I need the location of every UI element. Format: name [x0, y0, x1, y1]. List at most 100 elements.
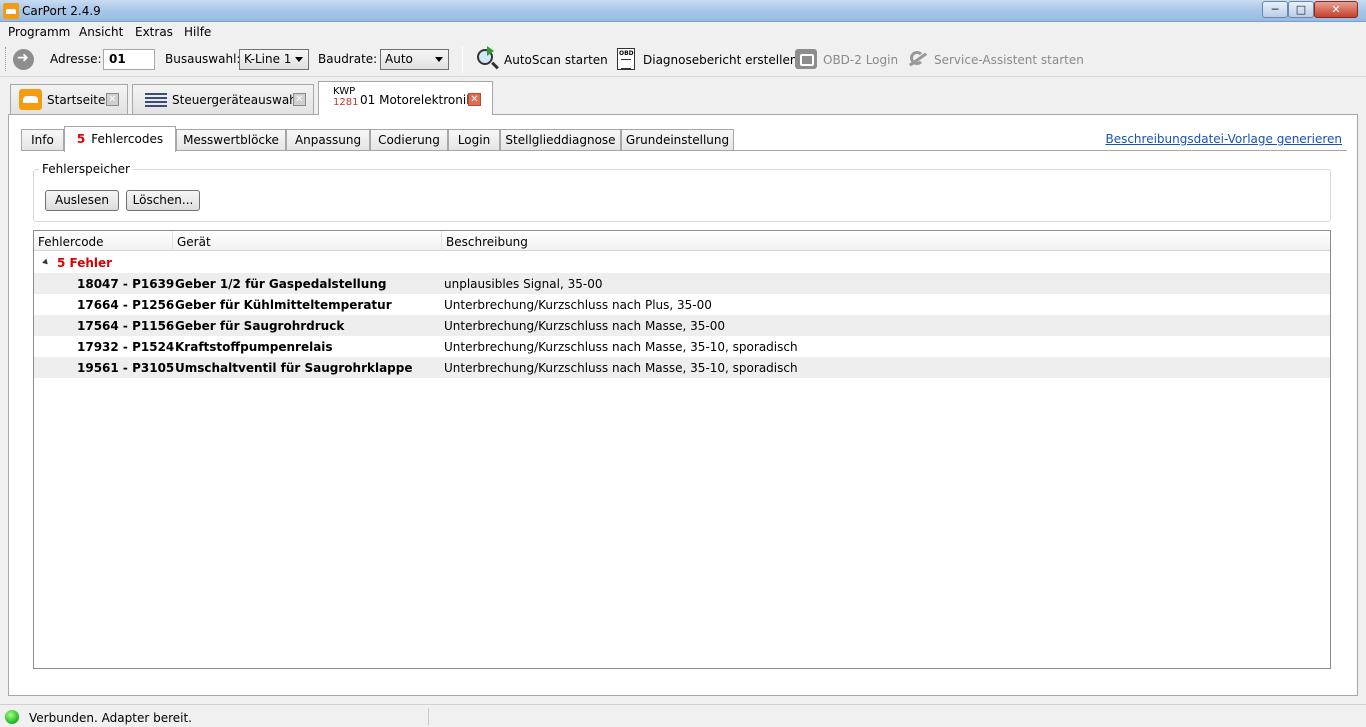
menu-hilfe[interactable]: Hilfe: [184, 25, 211, 39]
car-icon: [19, 89, 42, 110]
tab-fehlercodes[interactable]: 5 Fehlercodes: [64, 126, 176, 152]
fault-device: Geber für Saugrohrdruck: [175, 319, 345, 333]
diagnostic-report-label: Diagnosebericht erstellen: [643, 53, 798, 67]
fault-description: unplausibles Signal, 35-00: [444, 277, 603, 291]
window-title: CarPort 2.4.9: [22, 4, 101, 18]
status-text: Verbunden. Adapter bereit.: [29, 711, 192, 725]
fault-group-row[interactable]: 5 Fehler: [34, 252, 1330, 273]
tab-login[interactable]: Login: [448, 129, 500, 151]
autoscan-button[interactable]: AutoScan starten: [477, 46, 608, 73]
obd2-login-button[interactable]: OBD-2 Login: [795, 47, 898, 73]
fault-group-label: 5 Fehler: [57, 256, 113, 270]
expand-triangle-icon[interactable]: [42, 258, 50, 267]
column-header-fehlercode[interactable]: Fehlercode: [34, 231, 173, 251]
fault-device: Umschaltventil für Saugrohrklappe: [175, 361, 413, 375]
tab-messwertbloecke[interactable]: Messwertblöcke: [176, 129, 286, 151]
tab-motorelektronik[interactable]: KWP 1281 01 Motorelektronik ✕: [318, 81, 493, 115]
tab-steuergeraeteauswahl-label: Steuergeräteauswahl: [172, 93, 301, 107]
address-label: Adresse:: [50, 52, 102, 66]
menu-ansicht[interactable]: Ansicht: [79, 25, 123, 39]
obd-report-icon: [617, 48, 635, 70]
baud-select[interactable]: Auto: [380, 49, 449, 70]
autoscan-magnifier-icon: [477, 46, 494, 65]
menu-extras[interactable]: Extras: [135, 25, 173, 39]
fault-description: Unterbrechung/Kurzschluss nach Plus, 35-…: [444, 298, 712, 312]
tab-steuergeraeteauswahl[interactable]: Steuergeräteauswahl ✕: [132, 84, 314, 114]
fault-code: 19561 - P3105: [77, 361, 175, 375]
service-assistant-button[interactable]: Service-Assistent starten: [906, 47, 1084, 73]
toolbar-separator: [462, 46, 463, 73]
address-input[interactable]: 01: [103, 49, 155, 70]
kwp-protocol-label: KWP: [333, 86, 356, 97]
table-header: Fehlercode Gerät Beschreibung: [34, 231, 1330, 251]
close-button[interactable]: ✕: [1314, 1, 1358, 18]
service-assistant-label: Service-Assistent starten: [934, 53, 1084, 67]
kwp-protocol-number: 1281: [333, 97, 359, 108]
carport-app-icon: [3, 3, 19, 19]
table-row[interactable]: 19561 - P3105 Umschaltventil für Saugroh…: [34, 357, 1330, 378]
fault-memory-title: Fehlerspeicher: [39, 162, 133, 176]
fault-code: 18047 - P1639: [77, 277, 175, 291]
generate-description-template-link[interactable]: Beschreibungsdatei-Vorlage generieren: [1105, 132, 1342, 146]
obd2-login-label: OBD-2 Login: [823, 53, 899, 67]
document-tabs: Startseite ✕ Steuergeräteauswahl ✕ KWP 1…: [0, 80, 1366, 115]
bus-select-value: K-Line 1: [244, 52, 292, 66]
status-separator: [428, 708, 429, 725]
diagnostic-report-button[interactable]: Diagnosebericht erstellen: [617, 47, 797, 73]
fault-description: Unterbrechung/Kurzschluss nach Masse, 35…: [444, 361, 798, 375]
table-row[interactable]: 17564 - P1156 Geber für Saugrohrdruck Un…: [34, 315, 1330, 336]
bus-select[interactable]: K-Line 1: [239, 49, 309, 70]
tab-motorelektronik-label: 01 Motorelektronik: [360, 93, 474, 107]
fault-code: 17664 - P1256: [77, 298, 175, 312]
title-bar: CarPort 2.4.9 ─ □ ✕: [0, 0, 1366, 22]
tab-info[interactable]: Info: [21, 129, 64, 151]
table-row[interactable]: 17664 - P1256 Geber für Kühlmitteltemper…: [34, 294, 1330, 315]
table-row[interactable]: 18047 - P1639 Geber 1/2 für Gaspedalstel…: [34, 273, 1330, 294]
read-faults-button[interactable]: Auslesen: [45, 190, 119, 211]
tab-close-icon[interactable]: ✕: [106, 93, 119, 106]
tab-close-icon[interactable]: ✕: [468, 93, 481, 106]
fault-description: Unterbrechung/Kurzschluss nach Masse, 35…: [444, 340, 798, 354]
fault-table: Fehlercode Gerät Beschreibung 5 Fehler 1…: [33, 230, 1331, 669]
fault-device: Geber 1/2 für Gaspedalstellung: [175, 277, 387, 291]
tab-stellglieddiagnose[interactable]: Stellglieddiagnose: [500, 129, 621, 151]
tab-divider: [21, 150, 1347, 151]
chevron-down-icon: [435, 57, 443, 62]
fault-description: Unterbrechung/Kurzschluss nach Masse, 35…: [444, 319, 726, 333]
tab-close-icon[interactable]: ✕: [293, 93, 306, 106]
fault-code: 17564 - P1156: [77, 319, 175, 333]
table-row[interactable]: 17932 - P1524 Kraftstoffpumpenrelais Unt…: [34, 336, 1330, 357]
menu-programm[interactable]: Programm: [8, 25, 70, 39]
list-icon: [145, 93, 167, 107]
wrench-icon: [906, 48, 928, 70]
tab-startseite[interactable]: Startseite ✕: [10, 84, 128, 114]
autoscan-label: AutoScan starten: [504, 53, 608, 67]
delete-faults-button[interactable]: Löschen...: [126, 190, 200, 211]
toolbar: Adresse: 01 Busauswahl: K-Line 1 Baudrat…: [0, 42, 1366, 77]
toolbar-grip[interactable]: [5, 47, 8, 71]
menu-bar: Programm Ansicht Extras Hilfe: [0, 23, 1366, 42]
status-bar: Verbunden. Adapter bereit.: [0, 704, 1366, 727]
tab-grundeinstellung[interactable]: Grundeinstellung: [621, 129, 734, 151]
connection-status-led-icon: [5, 710, 19, 724]
tab-anpassung[interactable]: Anpassung: [286, 129, 370, 151]
tab-fehlercodes-label: Fehlercodes: [91, 132, 164, 146]
fault-code: 17932 - P1524: [77, 340, 175, 354]
fault-device: Geber für Kühlmitteltemperatur: [175, 298, 392, 312]
connect-arrow-icon[interactable]: [13, 49, 34, 70]
baud-label: Baudrate:: [318, 52, 378, 66]
fault-device: Kraftstoffpumpenrelais: [175, 340, 333, 354]
maximize-button[interactable]: □: [1288, 1, 1314, 18]
chevron-down-icon: [295, 57, 303, 62]
tab-startseite-label: Startseite: [47, 93, 106, 107]
baud-select-value: Auto: [385, 52, 413, 66]
column-header-beschreibung[interactable]: Beschreibung: [442, 231, 1330, 251]
fault-memory-group: [33, 169, 1331, 222]
tab-codierung[interactable]: Codierung: [370, 129, 448, 151]
bus-label: Busauswahl:: [165, 52, 241, 66]
engine-icon: [795, 49, 817, 69]
minimize-button[interactable]: ─: [1262, 1, 1288, 18]
main-panel: Info 5 Fehlercodes Messwertblöcke Anpassu…: [8, 114, 1358, 696]
column-header-geraet[interactable]: Gerät: [173, 231, 442, 251]
fault-count: 5: [76, 132, 86, 146]
